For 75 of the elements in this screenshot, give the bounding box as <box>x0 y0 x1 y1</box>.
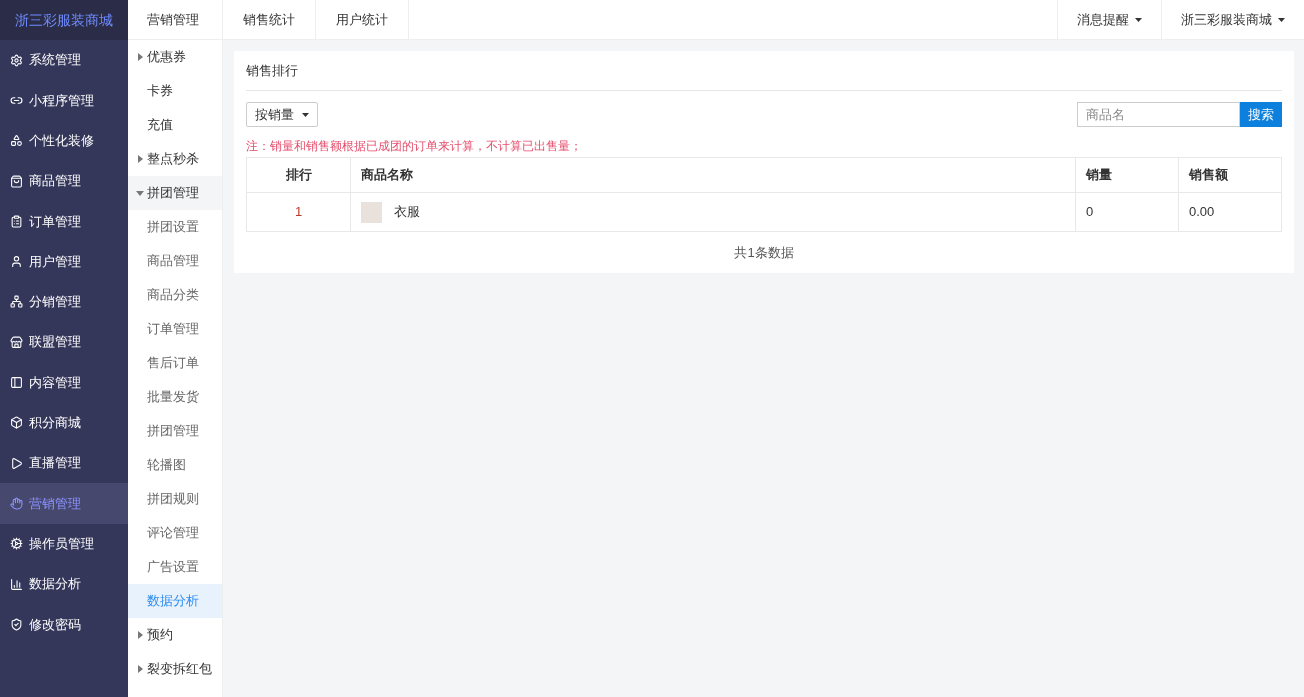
sidebar-item[interactable]: 积分商城 <box>0 402 128 443</box>
sidebar-item[interactable]: 操作员管理 <box>0 523 128 564</box>
caret-right-icon <box>136 665 144 673</box>
caret-right-icon <box>136 631 144 639</box>
caret-right-icon <box>136 53 144 61</box>
column-header: 销量 <box>1075 157 1179 193</box>
caret-down-icon <box>1135 17 1142 22</box>
column-header: 排行 <box>246 157 351 193</box>
subnav-group[interactable]: 拼团管理 <box>128 176 222 210</box>
bar-chart-icon <box>10 577 23 591</box>
shapes-icon <box>10 134 23 148</box>
subnav-item[interactable]: 拼团规则 <box>128 482 222 516</box>
subnav-title: 营销管理 <box>128 0 222 40</box>
gear-icon <box>10 53 23 67</box>
panel-icon <box>10 376 23 389</box>
hierarchy-icon <box>10 295 23 309</box>
subnav-item[interactable]: 售后订单 <box>128 346 222 380</box>
subnav-item[interactable]: 订单管理 <box>128 312 222 346</box>
cube-icon <box>10 416 23 430</box>
subnav-group[interactable]: 裂变拆红包 <box>128 652 222 686</box>
subnav-item[interactable]: 拼团管理 <box>128 414 222 448</box>
sidebar-item[interactable]: 数据分析 <box>0 563 128 605</box>
store-icon <box>10 335 23 349</box>
search-button[interactable]: 搜索 <box>1240 102 1282 127</box>
subnav-item[interactable]: 批量发货 <box>128 380 222 414</box>
caret-down-icon <box>1278 17 1285 22</box>
pagination-text: 共1条数据 <box>733 244 795 262</box>
sidebar-item[interactable]: 用户管理 <box>0 241 128 282</box>
product-name: 衣服 <box>394 203 420 222</box>
subnav-item[interactable]: 评论管理 <box>128 516 222 550</box>
subnav-item[interactable]: 卡券 <box>128 74 222 108</box>
subnav-item[interactable]: 广告设置 <box>128 550 222 584</box>
top-menu[interactable]: 浙三彩服装商城 <box>1161 0 1304 39</box>
subnav-item[interactable]: 商品管理 <box>128 244 222 278</box>
column-header: 销售额 <box>1178 157 1282 193</box>
logo: 浙三彩服装商城 <box>0 0 128 40</box>
sidebar-item[interactable]: 系统管理 <box>0 40 128 81</box>
sidebar-item[interactable]: 直播管理 <box>0 442 128 484</box>
bag-icon <box>10 174 23 188</box>
user-icon <box>10 255 23 269</box>
search-field[interactable]: 商品名 <box>1077 102 1240 127</box>
subnav-item[interactable]: 拼团设置 <box>128 210 222 244</box>
subnav-group[interactable]: 优惠券 <box>128 40 222 74</box>
sidebar-item[interactable]: 联盟管理 <box>0 322 128 363</box>
table-cell: 0.00 <box>1178 192 1282 232</box>
cog-icon <box>10 537 23 551</box>
sidebar-item[interactable]: 内容管理 <box>0 362 128 403</box>
sidebar-item[interactable]: 订单管理 <box>0 201 128 242</box>
subnav-group[interactable]: 预约 <box>128 618 222 652</box>
column-header: 商品名称 <box>350 157 1076 193</box>
product-thumbnail <box>361 201 382 223</box>
subnav-item[interactable]: 充值 <box>128 108 222 142</box>
sidebar-item[interactable]: 商品管理 <box>0 160 128 202</box>
subnav-item[interactable]: 商品分类 <box>128 278 222 312</box>
top-menu[interactable]: 消息提醒 <box>1057 0 1161 39</box>
clipboard-icon <box>10 214 23 228</box>
sort-dropdown[interactable]: 按销量 <box>246 102 318 127</box>
sidebar-item[interactable]: 修改密码 <box>0 604 128 645</box>
subnav-item[interactable]: 轮播图 <box>128 448 222 482</box>
card-title: 销售排行 <box>246 51 1282 91</box>
sidebar-item[interactable]: 分销管理 <box>0 281 128 323</box>
table-cell: 0 <box>1075 192 1179 232</box>
hand-icon <box>10 496 23 510</box>
note-text: 注：销量和销售额根据已成团的订单来计算，不计算已出售量； <box>246 138 583 155</box>
shield-icon <box>10 617 23 631</box>
play-icon <box>10 456 23 470</box>
caret-right-icon <box>136 155 144 163</box>
subnav-group[interactable]: 整点秒杀 <box>128 142 222 176</box>
table-cell: 1 <box>246 192 351 232</box>
sidebar-item[interactable]: 小程序管理 <box>0 80 128 121</box>
top-tab[interactable]: 用户统计 <box>316 0 409 39</box>
top-tab[interactable]: 销售统计 <box>223 0 316 39</box>
sidebar-item[interactable]: 个性化装修 <box>0 120 128 161</box>
caret-down-icon <box>302 112 309 117</box>
caret-down-icon <box>136 189 144 197</box>
